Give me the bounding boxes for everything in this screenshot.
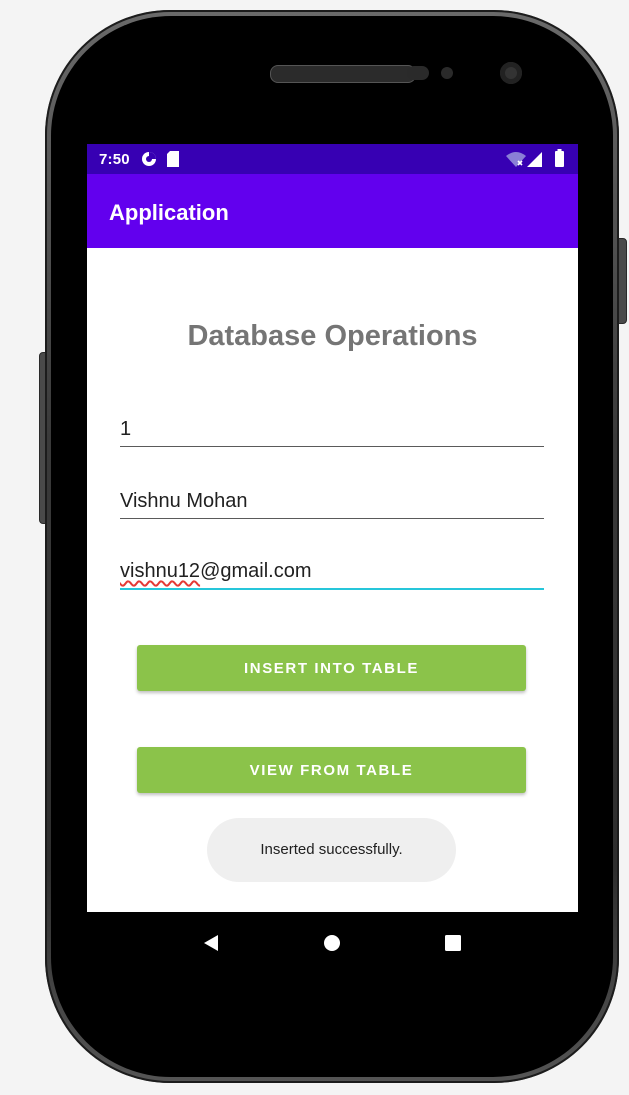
sd-card-icon [167, 151, 179, 172]
front-camera [500, 62, 522, 84]
email-domain-text: @gmail.com [200, 560, 312, 582]
device-screen: 7:50 Application Database Operations 1 V… [87, 144, 578, 974]
light-sensor [441, 67, 453, 79]
back-icon[interactable] [196, 928, 226, 958]
toast-message: Inserted successfully. [207, 818, 456, 882]
status-time: 7:50 [99, 151, 130, 168]
insert-into-table-button[interactable]: INSERT INTO TABLE [137, 645, 526, 691]
name-input[interactable] [120, 484, 544, 519]
view-from-table-button[interactable]: VIEW FROM TABLE [137, 747, 526, 793]
proximity-sensor [407, 66, 429, 80]
status-bar: 7:50 [87, 144, 578, 174]
main-content: Database Operations vishnu12@gmail.com I… [87, 248, 578, 912]
email-input[interactable]: vishnu12@gmail.com [120, 554, 544, 590]
wifi-icon [506, 151, 526, 172]
id-input[interactable] [120, 412, 544, 447]
signal-icon [527, 151, 542, 172]
spellcheck-underline-text: vishnu12 [120, 560, 201, 582]
app-bar: Application [87, 174, 578, 248]
emulator-stage: 7:50 Application Database Operations 1 V… [0, 0, 629, 1095]
earpiece-speaker [270, 65, 416, 83]
home-icon[interactable] [317, 928, 347, 958]
navigation-bar [87, 912, 578, 974]
battery-icon [555, 149, 564, 172]
page-title: Database Operations [187, 320, 478, 352]
recents-icon[interactable] [438, 928, 468, 958]
app-title: Application [109, 200, 229, 225]
data-saver-icon [141, 151, 157, 172]
